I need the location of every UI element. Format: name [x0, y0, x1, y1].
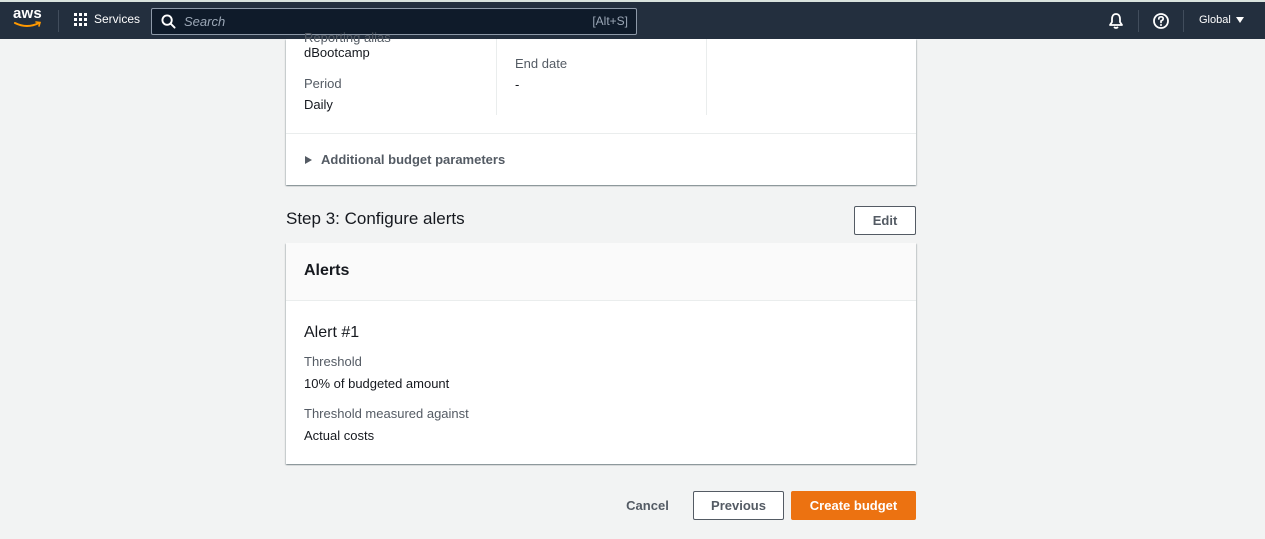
alerts-heading: Alerts: [304, 262, 350, 279]
search-input[interactable]: [184, 14, 564, 29]
column-divider: [496, 39, 497, 115]
threshold-value: 10% of budgeted amount: [304, 376, 450, 391]
reporting-label: Reporting alias: [304, 30, 391, 45]
top-navigation-bar: aws Services [Alt+S] Global: [0, 0, 1265, 39]
threshold-measured-value: Actual costs: [304, 428, 375, 443]
nav-divider: [58, 10, 59, 32]
search-shortcut-hint: [Alt+S]: [592, 14, 628, 28]
region-label: Global: [1199, 14, 1231, 26]
end-date-value: -: [515, 77, 520, 92]
period-label: Period: [304, 76, 342, 91]
create-budget-button[interactable]: Create budget: [791, 491, 916, 520]
bell-icon[interactable]: [1107, 12, 1125, 30]
aws-logo[interactable]: aws: [13, 6, 43, 34]
region-selector[interactable]: Global: [1199, 14, 1244, 26]
nav-divider: [1183, 10, 1184, 32]
previous-button[interactable]: Previous: [693, 491, 784, 520]
additional-params-label: Additional budget parameters: [321, 152, 506, 167]
period-value: Daily: [304, 97, 333, 112]
grid-icon: [74, 12, 87, 26]
additional-budget-parameters-expander[interactable]: Additional budget parameters: [305, 152, 505, 167]
step3-title: Step 3: Configure alerts: [286, 209, 465, 228]
services-menu-button[interactable]: Services: [74, 12, 140, 26]
aws-smile-icon: [14, 21, 42, 27]
cancel-button[interactable]: Cancel: [620, 491, 675, 520]
budget-details-card: Reporting alias dBootcamp Period Daily E…: [286, 30, 916, 185]
end-date-label: End date: [515, 56, 568, 71]
services-label: Services: [94, 12, 141, 26]
help-icon[interactable]: [1152, 12, 1170, 30]
edit-button[interactable]: Edit: [854, 206, 916, 235]
alert-title: Alert #1: [304, 324, 360, 341]
threshold-label: Threshold: [304, 354, 362, 369]
alerts-card: Alerts Alert #1 Threshold 10% of budgete…: [286, 243, 916, 464]
search-icon: [161, 14, 176, 29]
budget-name-value: dBootcamp: [304, 45, 370, 60]
alerts-header: Alerts: [286, 243, 916, 301]
threshold-measured-label: Threshold measured against: [304, 406, 469, 421]
caret-right-icon: [305, 155, 312, 164]
column-divider: [706, 39, 707, 115]
caret-down-icon: [1235, 17, 1244, 23]
search-bar[interactable]: [Alt+S]: [151, 8, 637, 35]
aws-logo-text: aws: [13, 5, 42, 22]
section-divider: [286, 133, 916, 134]
nav-divider: [1138, 10, 1139, 32]
